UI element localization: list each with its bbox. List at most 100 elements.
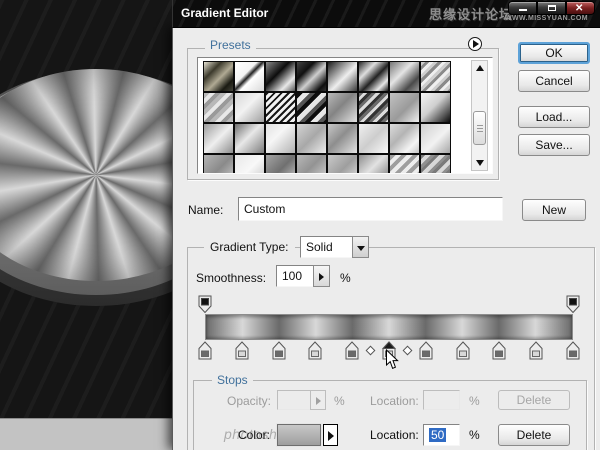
arrow-right-icon (328, 431, 334, 441)
preset-thumb[interactable] (327, 123, 358, 154)
dialog-title: Gradient Editor (181, 6, 268, 20)
ok-button[interactable]: OK (518, 42, 590, 64)
taskbar-strip (0, 418, 172, 450)
opacity-label: Opacity: (227, 394, 271, 408)
smoothness-label: Smoothness: (196, 271, 266, 285)
minimize-button[interactable] (508, 1, 537, 15)
scroll-down-icon[interactable] (476, 160, 484, 166)
scrollbar-grip-icon (477, 125, 483, 133)
preset-thumb[interactable] (327, 61, 358, 92)
preset-thumb[interactable] (420, 92, 451, 123)
delete-color-button[interactable]: Delete (498, 424, 570, 446)
preset-thumb[interactable] (296, 123, 327, 154)
window-controls: ✕ (508, 1, 595, 15)
scrollbar-thumb[interactable] (473, 111, 486, 145)
name-label: Name: (188, 203, 223, 217)
preset-thumb[interactable] (234, 92, 265, 123)
preset-thumb[interactable] (203, 154, 234, 173)
mouse-cursor-icon (385, 349, 399, 370)
preset-thumb[interactable] (389, 61, 420, 92)
delete-opacity-button-disabled: Delete (498, 390, 570, 410)
stops-label: Stops (212, 373, 253, 387)
preset-thumb[interactable] (327, 92, 358, 123)
maximize-icon (548, 5, 556, 11)
preset-thumb[interactable] (234, 154, 265, 173)
close-button[interactable]: ✕ (566, 1, 595, 15)
preset-thumb[interactable] (296, 154, 327, 173)
opacity-input-disabled (277, 390, 311, 410)
color-stop[interactable] (566, 341, 580, 360)
presets-scrollbar[interactable] (471, 60, 488, 171)
color-stop[interactable] (529, 341, 543, 360)
preset-thumb[interactable] (203, 92, 234, 123)
smoothness-spinner-button[interactable] (313, 265, 330, 287)
preset-thumb[interactable] (327, 154, 358, 173)
preset-thumb[interactable] (420, 61, 451, 92)
preset-thumb[interactable] (296, 61, 327, 92)
opacity-spinner-disabled (310, 390, 326, 410)
color-stop[interactable] (198, 341, 212, 360)
preset-thumb[interactable] (203, 123, 234, 154)
new-button[interactable]: New (522, 199, 586, 221)
preset-thumb[interactable] (420, 123, 451, 154)
close-icon: ✕ (575, 3, 583, 14)
flyout-arrow-icon (473, 40, 479, 48)
chevron-down-icon (357, 246, 365, 251)
watermark-url: WWW.MISSYUAN.COM (505, 15, 588, 22)
selected-location-value: 50 (429, 428, 446, 442)
smoothness-unit: % (340, 271, 351, 285)
maximize-button[interactable] (537, 1, 566, 15)
preset-thumb[interactable] (265, 61, 296, 92)
color-stop[interactable] (345, 341, 359, 360)
load-button[interactable]: Load... (518, 106, 590, 128)
gradient-type-label: Gradient Type: (204, 240, 295, 254)
opacity-location-input-disabled (423, 390, 460, 410)
preset-thumb[interactable] (420, 154, 451, 173)
preset-thumb[interactable] (296, 92, 327, 123)
color-stop[interactable] (492, 341, 506, 360)
preset-thumb[interactable] (358, 154, 389, 173)
save-button[interactable]: Save... (518, 134, 590, 156)
minimize-icon (519, 9, 527, 11)
preset-thumb[interactable] (389, 154, 420, 173)
gradient-type-select[interactable]: Solid (300, 236, 353, 258)
color-stop[interactable] (272, 341, 286, 360)
metal-disc-face (0, 69, 172, 281)
preset-thumb[interactable] (265, 123, 296, 154)
gradient-bar[interactable] (205, 314, 573, 340)
preset-grid (203, 61, 453, 173)
arrow-right-icon (319, 273, 324, 281)
gradient-type-dropdown-button[interactable] (352, 236, 369, 258)
color-label: Color: (238, 428, 270, 442)
arrow-right-icon (316, 397, 321, 405)
preset-thumb[interactable] (234, 61, 265, 92)
opacity-location-label: Location: (370, 394, 419, 408)
color-stop[interactable] (235, 341, 249, 360)
preset-thumb[interactable] (358, 61, 389, 92)
color-swatch[interactable] (277, 424, 321, 446)
color-location-input[interactable]: 50 (423, 424, 460, 446)
color-stop[interactable] (456, 341, 470, 360)
presets-menu-button[interactable] (468, 37, 482, 51)
screenshot-root: Gradient Editor 思缘设计论坛 WWW.MISSYUAN.COM … (0, 0, 600, 450)
preset-thumb[interactable] (234, 123, 265, 154)
preset-thumb[interactable] (265, 92, 296, 123)
preset-thumb[interactable] (358, 92, 389, 123)
name-input[interactable] (238, 197, 503, 221)
watermark-chinese: 思缘设计论坛 (429, 4, 513, 23)
opacity-stop[interactable] (566, 295, 580, 314)
canvas-background (0, 0, 172, 450)
color-swatch-menu-button[interactable] (323, 424, 338, 446)
color-location-label: Location: (370, 428, 419, 442)
preset-thumb[interactable] (203, 61, 234, 92)
opacity-stop[interactable] (198, 295, 212, 314)
cancel-button[interactable]: Cancel (518, 70, 590, 92)
scroll-up-icon[interactable] (476, 65, 484, 71)
color-stop[interactable] (308, 341, 322, 360)
preset-thumb[interactable] (358, 123, 389, 154)
preset-thumb[interactable] (265, 154, 296, 173)
smoothness-input[interactable] (276, 265, 314, 287)
preset-thumb[interactable] (389, 123, 420, 154)
preset-thumb[interactable] (389, 92, 420, 123)
color-stop[interactable] (419, 341, 433, 360)
